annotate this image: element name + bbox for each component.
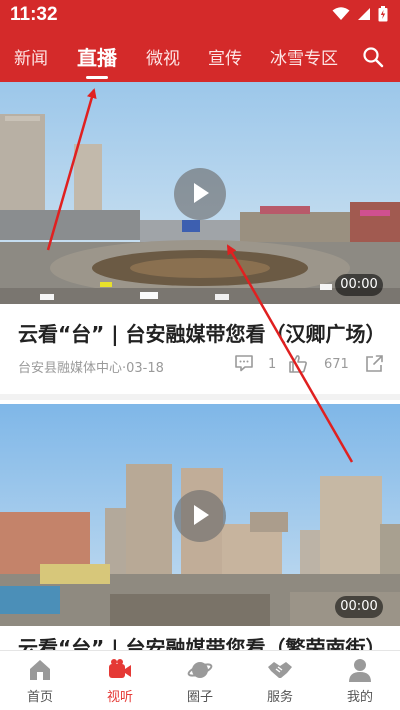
video-icon (109, 659, 131, 678)
wifi-icon (332, 7, 350, 20)
status-icons (332, 6, 388, 22)
nav-mine[interactable]: 我的 (330, 657, 390, 705)
tab-microvideo[interactable]: 微视 (146, 44, 180, 69)
active-tab-indicator (86, 76, 108, 79)
tab-news[interactable]: 新闻 (14, 44, 48, 69)
nav-label: 我的 (346, 690, 373, 705)
video-meta: 台安县融媒体中心·03-18 1 671 (18, 354, 388, 376)
video-thumbnail[interactable]: 00:00 (0, 404, 400, 626)
signal-icon (358, 8, 370, 20)
share-icon[interactable] (364, 354, 384, 374)
video-duration: 00:00 (335, 596, 383, 618)
tab-publicity[interactable]: 宣传 (208, 44, 242, 69)
search-icon[interactable] (362, 46, 384, 68)
video-duration: 00:00 (335, 274, 383, 296)
app-header: 11:32 新闻 直播 微视 宣传 冰雪专区 (0, 0, 400, 82)
nav-label: 服务 (266, 690, 293, 705)
handshake-icon (268, 662, 292, 678)
tab-ice-snow[interactable]: 冰雪专区 (270, 44, 338, 69)
home-icon (30, 660, 50, 680)
user-icon (349, 659, 371, 682)
video-source: 台安县融媒体中心·03-18 (18, 361, 164, 376)
battery-icon (378, 6, 388, 22)
like-count: 671 (324, 357, 349, 372)
nav-home[interactable]: 首页 (10, 657, 70, 705)
tab-live[interactable]: 直播 (77, 42, 117, 71)
comment-icon[interactable] (234, 354, 254, 372)
video-title[interactable]: 云看“台” | 台安融媒带您看（汉卿广场） (18, 318, 386, 347)
like-icon[interactable] (288, 354, 308, 374)
bottom-nav: 首页 视听 圈子 服务 我的 (0, 650, 400, 710)
play-button[interactable] (174, 168, 226, 220)
card-divider (0, 394, 400, 400)
video-thumbnail[interactable]: 00:00 (0, 82, 400, 304)
nav-service[interactable]: 服务 (250, 657, 310, 705)
comment-count: 1 (268, 357, 277, 372)
play-button[interactable] (174, 490, 226, 542)
play-icon (194, 183, 209, 203)
nav-video[interactable]: 视听 (90, 657, 150, 705)
nav-circle[interactable]: 圈子 (170, 657, 230, 705)
nav-label: 圈子 (186, 690, 213, 705)
top-tabs: 新闻 直播 微视 宣传 冰雪专区 (0, 34, 400, 79)
planet-icon (187, 662, 213, 678)
status-time: 11:32 (10, 4, 58, 25)
nav-label: 首页 (26, 690, 53, 705)
play-icon (194, 505, 209, 525)
nav-label: 视听 (106, 690, 133, 705)
status-bar: 11:32 (0, 0, 400, 30)
